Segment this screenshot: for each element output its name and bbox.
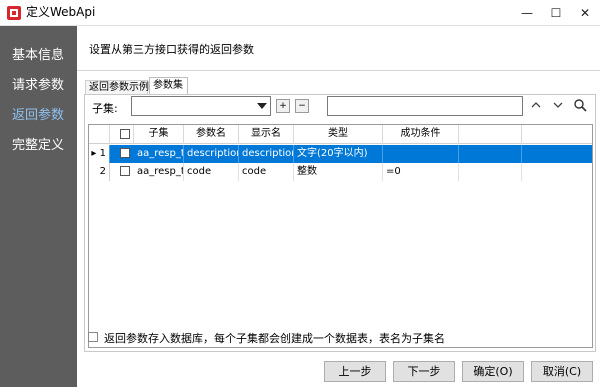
column-header-display-name[interactable]: 显示名: [239, 125, 294, 144]
column-header-type[interactable]: 类型: [294, 125, 383, 144]
next-step-button[interactable]: 下一步: [393, 361, 455, 382]
row-checkbox[interactable]: [120, 148, 130, 158]
row-indicator-icon: ▸: [91, 148, 97, 159]
table-row[interactable]: 2 aa_resp_t1 code code 整数 =0: [89, 163, 592, 181]
rownum-header: [89, 125, 110, 144]
chevron-up-icon[interactable]: [529, 98, 543, 112]
row-number: 2: [89, 163, 110, 181]
column-header-subset[interactable]: 子集: [134, 125, 184, 144]
table-row[interactable]: ▸ 1 aa_resp_t1 description description 文…: [89, 145, 592, 163]
grid-header: 子集 参数名 显示名 类型 成功条件: [89, 125, 592, 144]
cell-display-name[interactable]: code: [239, 163, 294, 181]
sidebar-item-full-definition[interactable]: 完整定义: [12, 134, 64, 153]
cell-condition[interactable]: =0: [383, 163, 459, 181]
maximize-button[interactable]: ☐: [541, 0, 571, 26]
tab-return-examples[interactable]: 返回参数示例: [85, 80, 149, 94]
cell-param-name[interactable]: description: [184, 145, 239, 163]
page-header: 设置从第三方接口获得的返回参数: [77, 26, 600, 70]
title-bar: 定义WebApi — ☐ ✕: [0, 0, 600, 26]
close-button[interactable]: ✕: [570, 0, 600, 26]
page-subtitle: 设置从第三方接口获得的返回参数: [89, 43, 254, 56]
sidebar: 基本信息 请求参数 返回参数 完整定义: [0, 26, 77, 387]
sidebar-item-request-params[interactable]: 请求参数: [12, 74, 64, 93]
cancel-button[interactable]: 取消(C): [531, 361, 593, 382]
ok-button[interactable]: 确定(O): [462, 361, 524, 382]
param-grid: 子集 参数名 显示名 类型 成功条件 ▸ 1 aa_resp_t1 descri…: [88, 124, 593, 348]
row-checkbox[interactable]: [120, 166, 130, 176]
cell-type[interactable]: 整数: [294, 163, 383, 181]
subset-label: 子集:: [92, 102, 118, 115]
chevron-down-icon: [257, 103, 267, 109]
search-input[interactable]: [327, 96, 523, 116]
cell-display-name[interactable]: description: [239, 145, 294, 163]
cell-condition[interactable]: [383, 145, 459, 163]
param-set-panel: 子集: + − 子集 参数名 显示名 类型 成功条件 ▸ 1 aa_resp_ …: [84, 94, 596, 352]
cell-type[interactable]: 文字(20字以内): [294, 145, 383, 163]
cell-empty: [459, 145, 522, 163]
add-subset-button[interactable]: +: [276, 99, 290, 113]
cell-param-name[interactable]: code: [184, 163, 239, 181]
cell-subset[interactable]: aa_resp_t1: [134, 163, 184, 181]
window-title: 定义WebApi: [26, 5, 96, 19]
row-number: ▸ 1: [89, 145, 110, 163]
sidebar-item-return-params[interactable]: 返回参数: [12, 104, 64, 123]
chevron-down-icon[interactable]: [551, 98, 565, 112]
search-icon[interactable]: [573, 98, 587, 112]
remove-subset-button[interactable]: −: [295, 99, 309, 113]
select-all-checkbox[interactable]: [120, 129, 130, 139]
main-content: 设置从第三方接口获得的返回参数 返回参数示例 参数集 子集: + − 子集 参数…: [77, 26, 600, 387]
tab-param-set[interactable]: 参数集: [149, 77, 188, 94]
sidebar-item-basic-info[interactable]: 基本信息: [12, 44, 64, 63]
column-header-condition[interactable]: 成功条件: [383, 125, 459, 144]
store-db-label: 返回参数存入数据库，每个子集都会创建成一个数据表，表名为子集名: [104, 332, 445, 345]
subset-dropdown[interactable]: [131, 96, 271, 116]
column-header-empty: [459, 125, 522, 144]
column-header-param-name[interactable]: 参数名: [184, 125, 239, 144]
previous-step-button[interactable]: 上一步: [324, 361, 386, 382]
minimize-button[interactable]: —: [512, 0, 542, 26]
store-db-checkbox[interactable]: [88, 332, 98, 342]
cell-empty: [459, 163, 522, 181]
cell-subset[interactable]: aa_resp_t1: [134, 145, 184, 163]
header-divider: [77, 70, 600, 71]
footer-bar: 上一步 下一步 确定(O) 取消(C): [77, 357, 600, 387]
app-logo-icon: [7, 6, 21, 20]
